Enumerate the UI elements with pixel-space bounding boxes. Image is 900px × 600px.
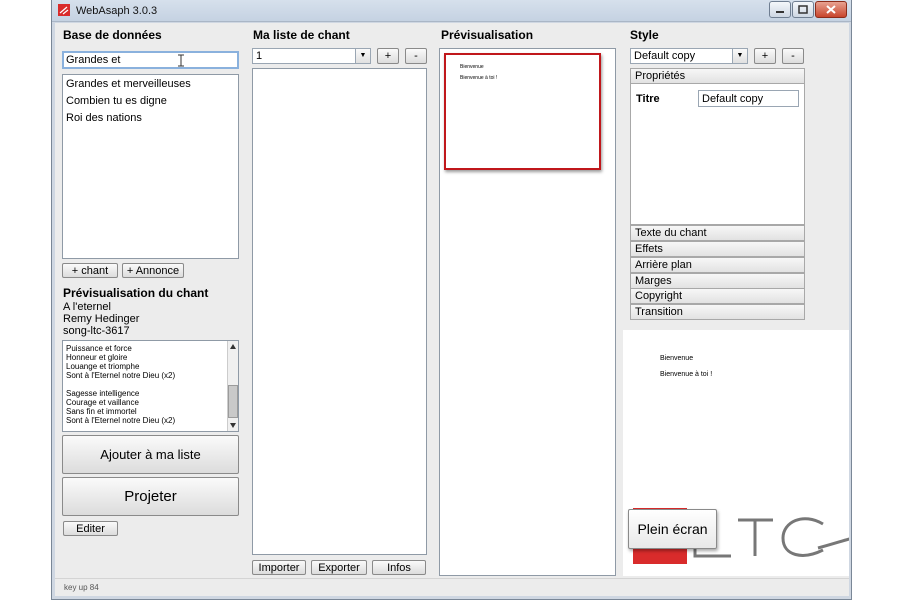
scroll-down-icon[interactable] [229,422,237,429]
status-text: key up 84 [64,583,99,592]
add-to-list-button[interactable]: Ajouter à ma liste [62,435,239,474]
edit-button[interactable]: Editer [63,521,118,536]
style-heading: Style [630,28,659,42]
section-song-text[interactable]: Texte du chant [630,225,805,241]
my-list-heading: Ma liste de chant [253,28,350,42]
list-select-value: 1 [256,50,263,62]
info-button[interactable]: Infos [372,560,426,575]
lyric-line: Sagesse intelligence [66,389,140,398]
close-button[interactable] [815,1,847,18]
scroll-thumb[interactable] [228,385,238,418]
app-logo-icon [58,4,70,16]
list-select[interactable]: 1 ▼ [252,48,371,64]
live-line: Bienvenue à toi ! [660,371,713,378]
section-copyright[interactable]: Copyright [630,288,805,304]
dropdown-arrow-icon[interactable]: ▼ [355,49,370,63]
search-input[interactable]: Grandes et [62,51,239,69]
live-line: Bienvenue [660,355,694,362]
lyrics-box[interactable]: Puissance et force Honneur et gloire Lou… [62,340,239,432]
slide-line: Bienvenue à toi ! [460,75,498,81]
lyric-line: Courage et vaillance [66,398,139,407]
style-select-value: Default copy [634,50,696,62]
project-button[interactable]: Projeter [62,477,239,516]
title-label: Titre [636,93,660,105]
style-select[interactable]: Default copy ▼ [630,48,748,64]
close-icon [826,5,836,14]
song-list[interactable] [252,68,427,555]
section-properties[interactable]: Propriétés [630,68,805,84]
section-background[interactable]: Arrière plan [630,257,805,273]
lyric-line: Louange et triomphe [66,362,140,371]
song-id: song-ltc-3617 [63,325,130,337]
remove-style-button[interactable]: - [782,48,804,64]
slide-line: Bienvenue [460,64,484,70]
lyric-line: Sont à l'Eternel notre Dieu (x2) [66,371,176,380]
properties-body: Titre Default copy [630,84,805,225]
section-margins[interactable]: Marges [630,273,805,289]
maximize-icon [798,5,808,14]
minimize-button[interactable] [769,1,791,18]
import-button[interactable]: Importer [252,560,306,575]
search-value: Grandes et [66,54,121,66]
export-button[interactable]: Exporter [311,560,367,575]
section-effects[interactable]: Effets [630,241,805,257]
list-item[interactable]: Roi des nations [66,112,142,124]
scroll-up-icon[interactable] [229,343,237,350]
song-preview-heading: Prévisualisation du chant [63,286,209,300]
title-input[interactable]: Default copy [698,90,799,107]
minimize-icon [776,11,784,13]
search-results-list[interactable]: Grandes et merveilleuses Combien tu es d… [62,74,239,259]
list-item[interactable]: Combien tu es digne [66,95,167,107]
lyric-line: Sont à l'Eternel notre Dieu (x2) [66,416,176,425]
preview-heading: Prévisualisation [441,28,534,42]
dropdown-arrow-icon[interactable]: ▼ [732,49,747,63]
lyric-line: Puissance et force [66,344,132,353]
maximize-button[interactable] [792,1,814,18]
window-title: WebAsaph 3.0.3 [76,5,158,17]
section-transition[interactable]: Transition [630,304,805,320]
add-list-button[interactable]: + [377,48,399,64]
add-announce-button[interactable]: + Annonce [122,263,184,278]
add-song-button[interactable]: + chant [62,263,118,278]
list-item[interactable]: Grandes et merveilleuses [66,78,191,90]
add-style-button[interactable]: + [754,48,776,64]
database-heading: Base de données [63,28,162,42]
song-author: Remy Hedinger [63,313,140,325]
title-input-value: Default copy [702,93,764,105]
lyric-line: Sans fin et immortel [66,407,137,416]
text-cursor-icon [178,54,184,67]
status-bar [55,578,849,596]
lyrics-scrollbar[interactable] [227,341,238,431]
title-bar [52,0,851,22]
song-title: A l'eternel [63,301,111,313]
lyric-line: Honneur et gloire [66,353,128,362]
remove-list-button[interactable]: - [405,48,427,64]
fullscreen-button[interactable]: Plein écran [628,509,717,549]
slide-thumbnail[interactable]: Bienvenue Bienvenue à toi ! [444,53,601,170]
